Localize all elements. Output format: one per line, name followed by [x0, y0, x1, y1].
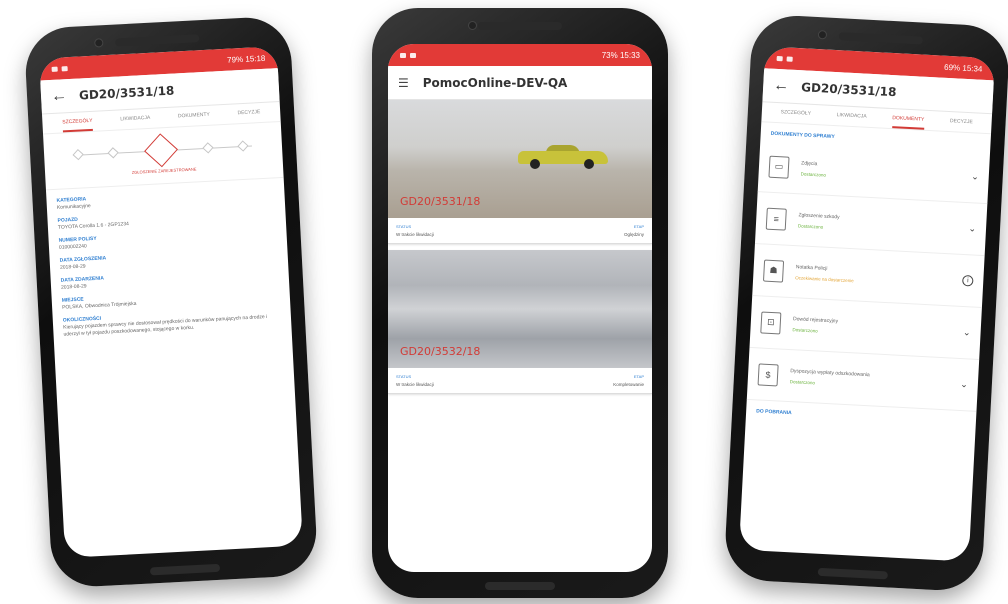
claim-title: GD20/3531/18 — [78, 83, 175, 103]
claim-title: GD20/3531/18 — [800, 79, 897, 99]
step-node-current — [144, 133, 178, 168]
status-time: 73% 15:33 — [601, 50, 640, 60]
claim-details: KATEGORIA Komunikacyjne POJAZD TOYOTA Coro… — [46, 178, 292, 353]
status-bar: 73% 15:33 — [388, 44, 652, 66]
tab-decisions[interactable]: DECYZJE — [237, 109, 260, 123]
phone-center: 73% 15:33 ☰ PomocOnline-DEV-QA GD20/3531… — [372, 8, 668, 598]
phone-right: 69% 15:34 ← GD20/3531/18 SZCZEGÓŁY LIKWI… — [723, 13, 1008, 593]
claim-photo: GD20/3531/18 — [388, 100, 652, 218]
notification-icon — [400, 52, 406, 58]
money-icon: $ — [757, 362, 779, 386]
claim-meta: STATUS W trakcie likwidacji ETAP Oględziny — [388, 218, 652, 243]
chevron-down-icon[interactable]: ⌄ — [960, 379, 968, 390]
tab-documents[interactable]: DOKUMENTY — [178, 112, 211, 127]
tab-details[interactable]: SZCZEGÓŁY — [62, 117, 94, 133]
status-value: W trakcie likwidacji — [396, 232, 434, 237]
claim-photo: GD20/3532/18 — [388, 250, 652, 368]
front-camera — [468, 21, 477, 30]
home-button[interactable] — [485, 582, 555, 590]
claim-card[interactable]: GD20/3532/18 STATUS W trakcie likwidacji … — [388, 250, 652, 394]
field-circumstances: OKOLICZNOŚCI Kierujący pojazdem sprawcy n… — [63, 306, 282, 338]
tab-details[interactable]: SZCZEGÓŁY — [780, 109, 812, 124]
document-icon: ≡ — [765, 207, 787, 231]
chevron-down-icon[interactable]: ⌄ — [963, 327, 971, 338]
yellow-car-image — [518, 145, 608, 169]
front-camera — [94, 38, 104, 48]
status-column: STATUS W trakcie likwidacji — [396, 374, 434, 387]
speaker-grille — [838, 32, 924, 45]
police-icon: ☗ — [763, 259, 785, 283]
claim-meta: STATUS W trakcie likwidacji ETAP Kompletow… — [388, 368, 652, 393]
back-arrow-icon[interactable]: ← — [51, 87, 68, 106]
mockup-stage: 79% 15:18 ← GD20/3531/18 SZCZEGÓŁY LIKWI… — [0, 0, 1008, 604]
notification-icon — [786, 55, 793, 62]
status-column: STATUS W trakcie likwidacji — [396, 224, 434, 237]
app-bar: ☰ PomocOnline-DEV-QA — [388, 66, 652, 100]
home-button[interactable] — [817, 567, 888, 580]
tab-decisions[interactable]: DECYZJE — [949, 118, 973, 132]
step-node — [72, 149, 84, 161]
speaker-grille — [115, 34, 200, 47]
speaker-grille — [478, 22, 562, 30]
tab-liquidation[interactable]: LIKWIDACJA — [120, 115, 151, 130]
car-document-icon: ⊡ — [760, 310, 782, 335]
notification-icon — [410, 52, 416, 58]
step-node — [107, 147, 119, 159]
home-button[interactable] — [149, 563, 221, 576]
screen: 73% 15:33 ☰ PomocOnline-DEV-QA GD20/3531… — [388, 44, 652, 572]
step-node — [202, 142, 214, 154]
claim-card[interactable]: GD20/3531/18 STATUS W trakcie likwidacji … — [388, 100, 652, 244]
image-icon: ▭ — [768, 155, 790, 179]
screen: 69% 15:34 ← GD20/3531/18 SZCZEGÓŁY LIKWI… — [738, 46, 995, 562]
menu-icon[interactable]: ☰ — [398, 76, 409, 90]
tab-liquidation[interactable]: LIKWIDACJA — [836, 112, 867, 127]
tab-documents[interactable]: DOKUMENTY — [891, 115, 925, 130]
status-time: 69% 15:34 — [943, 62, 983, 74]
screen: 79% 15:18 ← GD20/3531/18 SZCZEGÓŁY LIKWI… — [39, 46, 303, 558]
stage-column: ETAP Kompletowanie — [613, 374, 644, 387]
phone-left: 79% 15:18 ← GD20/3531/18 SZCZEGÓŁY LIKWI… — [23, 15, 319, 589]
status-time: 79% 15:18 — [226, 53, 266, 65]
chevron-down-icon[interactable]: ⌄ — [968, 223, 976, 234]
notification-icon — [776, 55, 783, 61]
stage-value: Kompletowanie — [613, 382, 644, 387]
claim-number: GD20/3532/18 — [400, 345, 481, 358]
status-label: STATUS — [396, 224, 412, 229]
stage-column: ETAP Oględziny — [624, 224, 644, 237]
status-value: W trakcie likwidacji — [396, 382, 434, 387]
app-title: PomocOnline-DEV-QA — [422, 75, 568, 90]
notification-icon — [61, 65, 68, 71]
stage-label: ETAP — [633, 224, 644, 229]
claim-number: GD20/3531/18 — [400, 195, 481, 208]
step-node — [237, 140, 249, 152]
chevron-down-icon[interactable]: ⌄ — [971, 171, 979, 182]
status-label: STATUS — [396, 374, 412, 379]
stage-label: ETAP — [633, 374, 644, 379]
notification-icon — [51, 66, 58, 72]
info-icon[interactable]: i — [962, 274, 974, 287]
front-camera — [817, 30, 828, 40]
stage-value: Oględziny — [623, 232, 644, 237]
back-arrow-icon[interactable]: ← — [773, 76, 790, 95]
